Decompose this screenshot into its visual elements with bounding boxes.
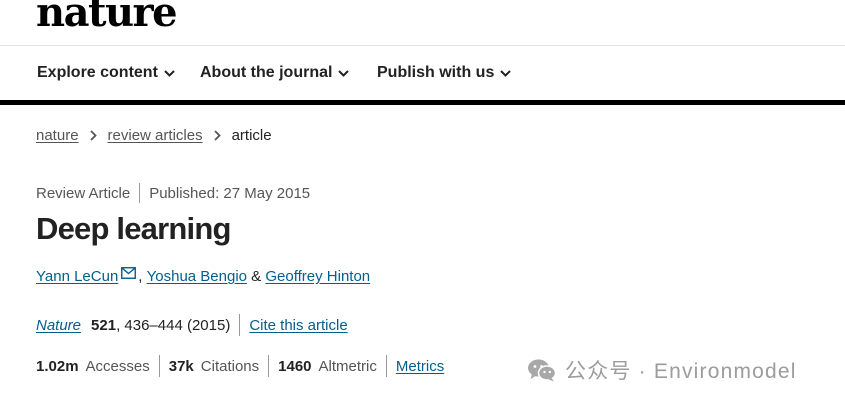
nature-logo[interactable]: nature xyxy=(36,0,178,36)
citation-divider xyxy=(239,314,241,336)
author-yann-lecun[interactable]: Yann LeCun xyxy=(36,268,118,285)
author-separator: , xyxy=(138,268,147,285)
metric-divider xyxy=(158,355,160,377)
metric-divider xyxy=(268,355,270,377)
watermark-text: 公众号 · Environmodel xyxy=(565,360,797,383)
wechat-icon xyxy=(528,359,557,382)
accesses-label: Accesses xyxy=(85,357,150,375)
main-nav: Explore content About the journal Publis… xyxy=(0,47,845,100)
journal-link[interactable]: Nature xyxy=(36,317,81,334)
nav-explore-content[interactable]: Explore content xyxy=(37,64,175,82)
nav-publish-with-us[interactable]: Publish with us xyxy=(377,64,512,82)
cite-this-article-link[interactable]: Cite this article xyxy=(249,317,347,334)
citation-line: Nature 521 , 436–444 (2015) Cite this ar… xyxy=(36,314,348,336)
chevron-right-icon xyxy=(89,130,97,141)
breadcrumb-nature[interactable]: nature xyxy=(36,127,79,144)
author-separator: & xyxy=(247,268,266,285)
logo-bar: nature xyxy=(0,0,845,46)
breadcrumb-current: article xyxy=(231,127,272,144)
metrics-bar: 1.02m Accesses 37k Citations 1460 Altmet… xyxy=(36,355,444,377)
author-yoshua-bengio[interactable]: Yoshua Bengio xyxy=(147,268,247,285)
nav-about-journal[interactable]: About the journal xyxy=(200,64,350,82)
chevron-down-icon xyxy=(500,69,512,77)
article-meta: Review Article Published: 27 May 2015 xyxy=(36,183,310,203)
watermark: 公众号 · Environmodel xyxy=(527,355,797,385)
altmetric-value: 1460 xyxy=(278,357,312,375)
breadcrumb: nature review articles article xyxy=(36,127,272,144)
chevron-right-icon xyxy=(213,130,221,141)
published-date: Published: 27 May 2015 xyxy=(149,184,311,202)
nav-about-journal-label: About the journal xyxy=(200,64,333,81)
pages-year: , 436–444 (2015) xyxy=(116,316,231,334)
meta-divider xyxy=(139,183,141,203)
chevron-down-icon xyxy=(164,69,175,77)
author-list: Yann LeCun , Yoshua Bengio & Geoffrey Hi… xyxy=(36,266,370,285)
citations-label: Citations xyxy=(200,357,260,375)
altmetric-label: Altmetric xyxy=(318,357,377,375)
nav-publish-with-us-label: Publish with us xyxy=(377,64,495,81)
volume-number: 521 xyxy=(91,316,117,334)
chevron-down-icon xyxy=(338,69,350,77)
nav-divider-bar xyxy=(0,100,845,105)
accesses-value: 1.02m xyxy=(36,357,79,375)
citations-value: 37k xyxy=(168,357,194,375)
author-geoffrey-hinton[interactable]: Geoffrey Hinton xyxy=(265,268,370,285)
breadcrumb-review-articles[interactable]: review articles xyxy=(108,127,203,144)
nav-explore-content-label: Explore content xyxy=(37,64,158,81)
article-title: Deep learning xyxy=(36,211,231,246)
metrics-link[interactable]: Metrics xyxy=(396,358,444,375)
metric-divider xyxy=(385,355,387,377)
article-type: Review Article xyxy=(36,184,131,202)
mail-icon[interactable] xyxy=(121,266,137,283)
